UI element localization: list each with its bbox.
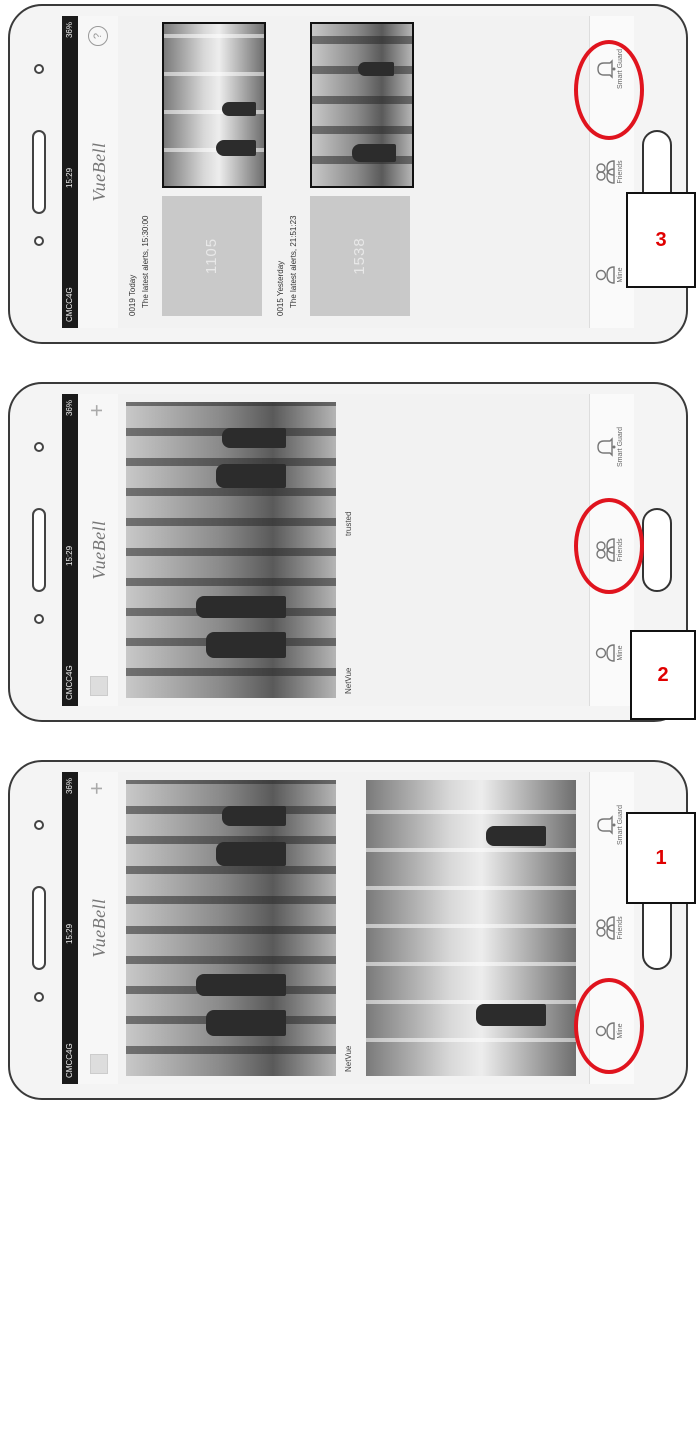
app-header: VueBell + bbox=[78, 394, 118, 706]
app-header: VueBell ? bbox=[78, 16, 118, 328]
person-icon bbox=[595, 644, 615, 662]
highlight-ring-mine bbox=[574, 978, 644, 1074]
front-camera-icon bbox=[34, 992, 44, 1002]
alert-group-yesterday[interactable]: 0015 Yesterday The latest alerts, 21:51:… bbox=[276, 28, 298, 317]
vuebell-logo: VueBell bbox=[89, 520, 109, 580]
step-callout-1: 1 bbox=[626, 812, 696, 904]
add-device-icon[interactable]: + bbox=[84, 404, 110, 417]
phone-mine: CMCC4G 15:29 36% VueBell + NetVue Mine F… bbox=[4, 756, 688, 1444]
alert-snapshot-thumbnail[interactable] bbox=[310, 22, 414, 188]
camera-name: NetVue bbox=[344, 667, 353, 694]
person-icon bbox=[595, 266, 615, 284]
tab-label: Smart Guard bbox=[617, 804, 624, 846]
alert-group-title: 0019 Today bbox=[128, 274, 137, 316]
app-header: VueBell + bbox=[78, 772, 118, 1084]
tab-label: Friends bbox=[617, 160, 624, 184]
alert-count-tile[interactable]: 1538 bbox=[310, 196, 410, 316]
bell-icon bbox=[597, 815, 616, 835]
alert-snapshot-thumbnail[interactable] bbox=[162, 22, 266, 188]
friends-icon bbox=[596, 916, 615, 940]
clock-text: 15:29 bbox=[65, 545, 74, 566]
vuebell-logo: VueBell bbox=[89, 898, 109, 958]
latest-alert-text: The latest alerts, 21:51:23 bbox=[289, 215, 298, 309]
earpiece-speaker bbox=[32, 508, 46, 592]
sensor-icon bbox=[34, 820, 44, 830]
status-bar: CMCC4G 15:29 36% bbox=[62, 16, 78, 328]
earpiece-speaker bbox=[32, 886, 46, 970]
tab-label: Friends bbox=[617, 916, 624, 940]
camera-status: trusted bbox=[344, 511, 353, 536]
app-screen: CMCC4G 15:29 36% VueBell + NetVue truste… bbox=[62, 394, 634, 706]
step-callout-3: 3 bbox=[626, 192, 696, 288]
sensor-icon bbox=[34, 442, 44, 452]
battery-text: 36% bbox=[65, 22, 74, 39]
front-camera-icon bbox=[34, 236, 44, 246]
tab-mine[interactable]: Mine bbox=[594, 618, 624, 688]
home-button[interactable] bbox=[642, 508, 672, 592]
step-callout-2: 2 bbox=[630, 630, 696, 720]
status-bar: CMCC4G 15:29 36% bbox=[62, 394, 78, 706]
camera-preview[interactable] bbox=[126, 402, 336, 698]
camera-preview[interactable] bbox=[366, 780, 576, 1076]
friends-icon bbox=[596, 160, 615, 184]
help-icon[interactable]: ? bbox=[88, 26, 108, 46]
status-bar: CMCC4G 15:29 36% bbox=[62, 772, 78, 1084]
alert-count-tile[interactable]: 1105 bbox=[162, 196, 262, 316]
tab-smart-guard[interactable]: Smart Guard bbox=[594, 412, 624, 482]
tab-friends[interactable]: Friends bbox=[594, 893, 624, 963]
tab-label: Mine bbox=[617, 645, 624, 661]
earpiece-speaker bbox=[32, 130, 46, 214]
carrier-text: CMCC4G bbox=[65, 1043, 74, 1078]
battery-text: 36% bbox=[65, 400, 74, 417]
sensor-icon bbox=[34, 64, 44, 74]
camera-name: NetVue bbox=[344, 1045, 353, 1072]
tab-label: Smart Guard bbox=[617, 426, 624, 468]
latest-alert-text: The latest alerts, 15:30:00 bbox=[141, 215, 150, 309]
front-camera-icon bbox=[34, 614, 44, 624]
battery-text: 36% bbox=[65, 778, 74, 795]
add-device-icon[interactable]: + bbox=[84, 782, 110, 795]
clock-text: 15:29 bbox=[65, 923, 74, 944]
alert-group-today[interactable]: 0019 Today The latest alerts, 15:30:00 bbox=[128, 28, 150, 317]
highlight-ring-friends bbox=[574, 498, 644, 594]
clock-text: 15:29 bbox=[65, 167, 74, 188]
camera-preview[interactable] bbox=[126, 780, 336, 1076]
alert-group-title: 0015 Yesterday bbox=[276, 260, 285, 316]
tab-smart-guard[interactable]: Smart Guard bbox=[594, 790, 624, 860]
tab-label: Mine bbox=[617, 267, 624, 283]
app-screen: CMCC4G 15:29 36% VueBell + NetVue Mine F… bbox=[62, 772, 634, 1084]
tab-friends[interactable]: Friends bbox=[594, 137, 624, 207]
carrier-text: CMCC4G bbox=[65, 665, 74, 700]
bell-icon bbox=[597, 437, 616, 457]
app-screen: CMCC4G 15:29 36% VueBell ? 0019 Today Th… bbox=[62, 16, 634, 328]
vuebell-logo: VueBell bbox=[89, 142, 109, 202]
tab-mine[interactable]: Mine bbox=[594, 240, 624, 310]
highlight-ring-smart-guard bbox=[574, 40, 644, 140]
carrier-text: CMCC4G bbox=[65, 287, 74, 322]
